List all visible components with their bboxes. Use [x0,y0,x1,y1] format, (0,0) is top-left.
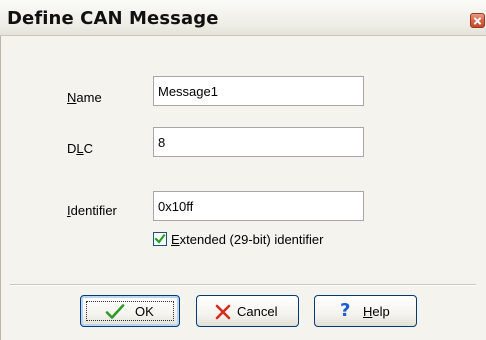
help-button-label: Help [363,304,390,319]
extended-checkbox[interactable] [153,232,167,246]
window-title: Define CAN Message [7,8,219,29]
title-bar[interactable]: Define CAN Message [0,0,486,36]
name-label: Name [67,90,102,105]
ok-button-label: OK [135,304,154,319]
define-can-message-dialog: Define CAN Message Name DLC Identifier E… [0,0,486,340]
focus-rectangle [86,301,174,321]
close-icon[interactable] [470,13,485,28]
x-icon [215,304,231,320]
dlc-label: DLC [67,141,93,156]
checkmark-icon [154,233,166,244]
name-input[interactable] [153,76,364,106]
cancel-button[interactable]: Cancel [196,295,299,327]
help-label-mnemonic: H [363,304,373,319]
name-label-mnemonic: N [67,90,77,105]
extended-checkbox-label[interactable]: Extended (29-bit) identifier [171,232,323,247]
identifier-input[interactable] [153,191,364,221]
cancel-button-label: Cancel [237,304,278,319]
identifier-label: Identifier [67,203,117,218]
extended-label-rest: xtended (29-bit) identifier [179,232,324,247]
dlc-label-post: C [83,141,94,156]
identifier-label-rest: dentifier [70,203,117,218]
extended-label-mnemonic: E [171,232,180,247]
checkmark-icon [105,304,125,319]
dlc-label-mnemonic: L [76,141,84,156]
name-label-rest: ame [76,90,102,105]
separator [10,284,476,286]
help-button[interactable]: ? Help [314,295,417,327]
question-icon: ? [340,300,351,321]
dlc-label-pre: D [67,141,77,156]
help-label-rest: elp [372,304,390,319]
dlc-input[interactable] [153,127,364,157]
ok-button[interactable]: OK [80,295,180,327]
